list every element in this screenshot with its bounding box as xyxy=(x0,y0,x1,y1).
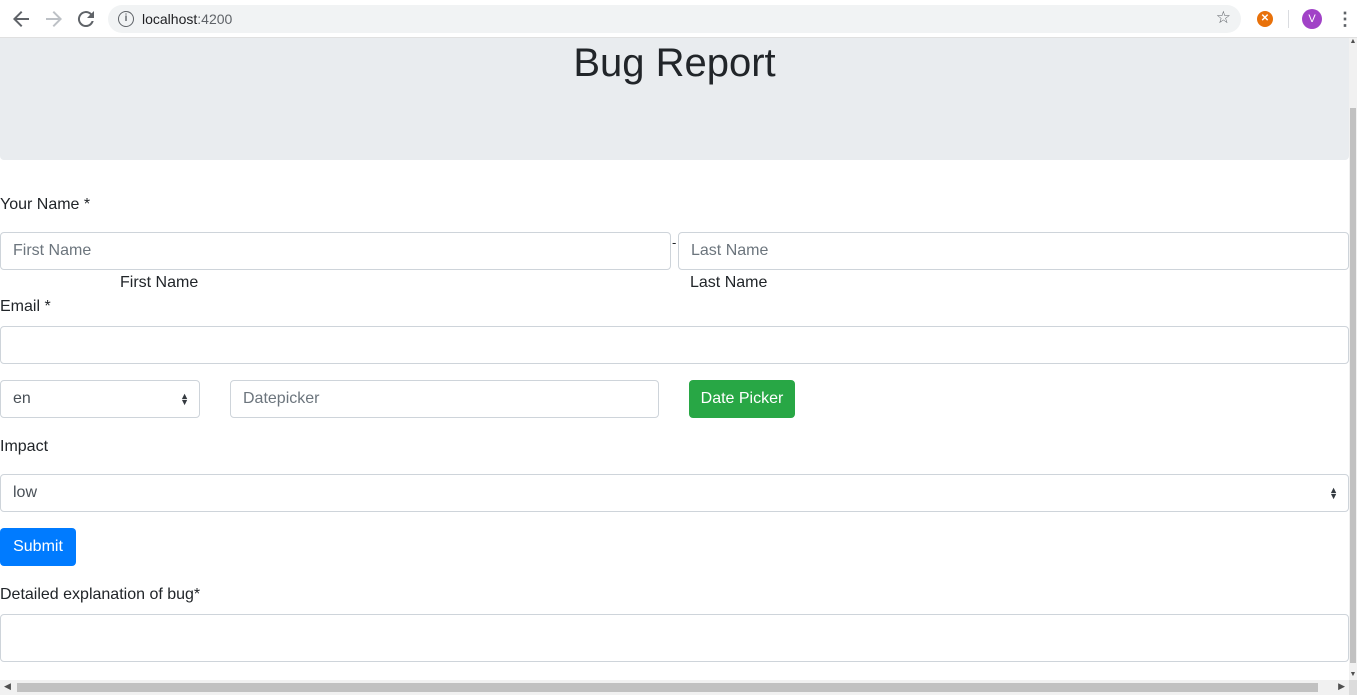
address-bar[interactable]: i localhost:4200 ☆ xyxy=(108,5,1241,33)
scroll-left-icon[interactable]: ◀ xyxy=(4,681,11,692)
scroll-up-icon[interactable]: ▲ xyxy=(1349,38,1357,45)
email-label: Email * xyxy=(0,298,51,315)
url-text: localhost:4200 xyxy=(142,11,233,27)
explanation-label: Detailed explanation of bug* xyxy=(0,586,201,603)
forward-arrow-icon[interactable] xyxy=(42,7,66,31)
profile-avatar[interactable]: V xyxy=(1302,9,1322,29)
page-viewport: Bug Report Your Name * First Name - Last… xyxy=(0,38,1349,680)
your-name-label: Your Name * xyxy=(0,196,91,213)
reload-icon[interactable] xyxy=(74,7,98,31)
select-arrows-icon: ▲ ▼ xyxy=(1329,485,1338,501)
horizontal-scrollbar[interactable]: ◀ ▶ xyxy=(0,680,1349,695)
header-jumbotron: Bug Report xyxy=(0,38,1349,160)
first-name-input[interactable]: First Name xyxy=(0,232,671,270)
explanation-textarea[interactable] xyxy=(0,614,1349,662)
vertical-scrollbar[interactable]: ▲ ▼ xyxy=(1349,38,1357,680)
scroll-right-icon[interactable]: ▶ xyxy=(1338,681,1345,692)
language-select[interactable]: en ▲ ▼ xyxy=(0,380,200,418)
select-arrows-icon: ▲ ▼ xyxy=(180,391,189,407)
submit-button[interactable]: Submit xyxy=(0,528,76,566)
last-name-input[interactable]: Last Name xyxy=(678,232,1349,270)
email-input[interactable] xyxy=(0,326,1349,364)
impact-select-value: low xyxy=(13,484,38,501)
browser-toolbar: i localhost:4200 ☆ ✕ V ⋮ xyxy=(0,0,1357,38)
date-picker-button[interactable]: Date Picker xyxy=(689,380,795,418)
scroll-down-icon[interactable]: ▼ xyxy=(1349,671,1357,678)
extension-icon[interactable]: ✕ xyxy=(1257,11,1273,27)
bookmark-star-icon[interactable]: ☆ xyxy=(1216,8,1231,28)
browser-menu-icon[interactable]: ⋮ xyxy=(1336,7,1354,31)
impact-select[interactable]: low ▲ ▼ xyxy=(0,474,1349,512)
toolbar-divider xyxy=(1288,10,1289,28)
impact-label: Impact xyxy=(0,438,49,455)
vertical-scroll-thumb[interactable] xyxy=(1350,108,1356,663)
site-info-icon[interactable]: i xyxy=(118,11,134,27)
back-arrow-icon[interactable] xyxy=(9,7,33,31)
page-title: Bug Report xyxy=(573,41,776,85)
first-name-caption: First Name xyxy=(120,274,199,291)
name-separator: - xyxy=(672,235,677,250)
language-select-value: en xyxy=(13,390,31,407)
last-name-caption: Last Name xyxy=(690,274,768,291)
scrollbar-corner xyxy=(1349,680,1357,695)
datepicker-input[interactable]: Datepicker xyxy=(230,380,659,418)
horizontal-scroll-thumb[interactable] xyxy=(17,683,1318,692)
